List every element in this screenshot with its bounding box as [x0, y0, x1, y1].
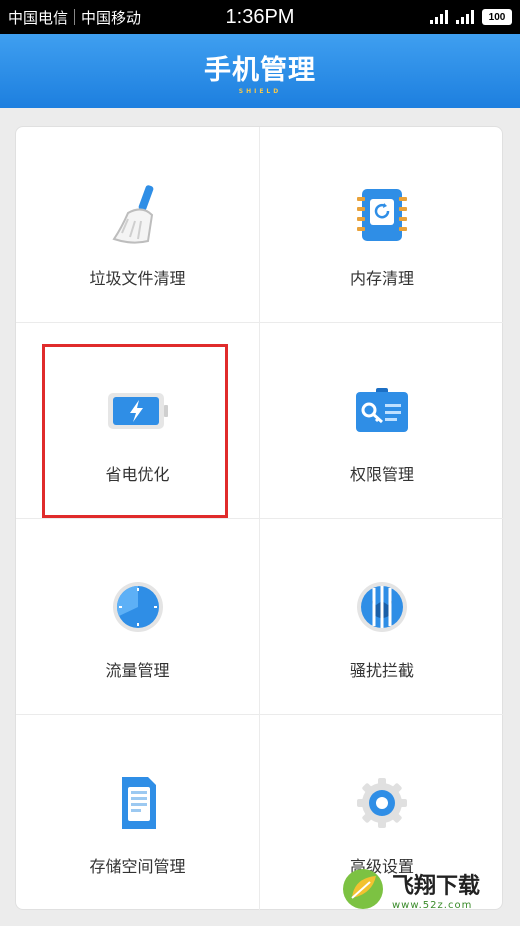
- gear-icon: [350, 771, 414, 835]
- bat-shield-icon: [350, 575, 414, 639]
- grid-item-junk-cleanup[interactable]: 垃圾文件清理: [16, 127, 260, 323]
- grid-item-label: 骚扰拦截: [349, 661, 414, 680]
- leaf-logo-icon: [343, 869, 383, 909]
- broom-icon: [106, 183, 170, 247]
- battery-bolt-icon: [106, 379, 170, 443]
- memory-book-icon: [350, 183, 414, 247]
- storage-card-icon: [106, 771, 170, 835]
- grid-item-storage-management[interactable]: 存储空间管理: [16, 715, 260, 911]
- grid-item-permission-management[interactable]: 权限管理: [260, 323, 504, 519]
- grid-item-label: 省电优化: [105, 465, 170, 484]
- watermark-title: 飞翔下载: [392, 873, 481, 899]
- carrier-1: 中国电信: [8, 8, 69, 27]
- grid-item-label: 存储空间管理: [89, 857, 186, 876]
- key-card-icon: [350, 379, 414, 443]
- status-icons: 100: [430, 9, 512, 25]
- clock-pie-icon: [106, 575, 170, 639]
- signal-icon: [456, 10, 474, 24]
- carrier-separator: [74, 9, 76, 25]
- grid-item-label: 流量管理: [105, 661, 170, 680]
- carrier-info: 中国电信 中国移动: [8, 7, 141, 28]
- app-header: 手机管理 SHIELD: [0, 34, 520, 108]
- grid-item-traffic-management[interactable]: 流量管理: [16, 519, 260, 715]
- watermark: 飞翔下载 www.52z.com: [340, 866, 480, 912]
- status-bar: 中国电信 中国移动 1:36PM 100: [0, 0, 520, 34]
- carrier-2: 中国移动: [81, 8, 142, 27]
- grid-item-harassment-block[interactable]: 骚扰拦截: [260, 519, 504, 715]
- page-title: 手机管理: [204, 55, 316, 86]
- grid-item-label: 内存清理: [349, 269, 414, 288]
- grid-item-label: 垃圾文件清理: [89, 269, 186, 288]
- watermark-url: www.52z.com: [392, 899, 473, 911]
- grid-item-power-saving[interactable]: 省电优化: [16, 323, 260, 519]
- feature-grid: 垃圾文件清理 内存清理 省电优化 权限管理 流量管理 骚扰拦截 存储空间管理 高…: [15, 126, 504, 911]
- page-subtitle: SHIELD: [238, 88, 282, 95]
- signal-icon: [430, 10, 448, 24]
- grid-item-memory-cleanup[interactable]: 内存清理: [260, 127, 504, 323]
- battery-icon: 100: [482, 9, 512, 25]
- grid-item-label: 权限管理: [349, 465, 414, 484]
